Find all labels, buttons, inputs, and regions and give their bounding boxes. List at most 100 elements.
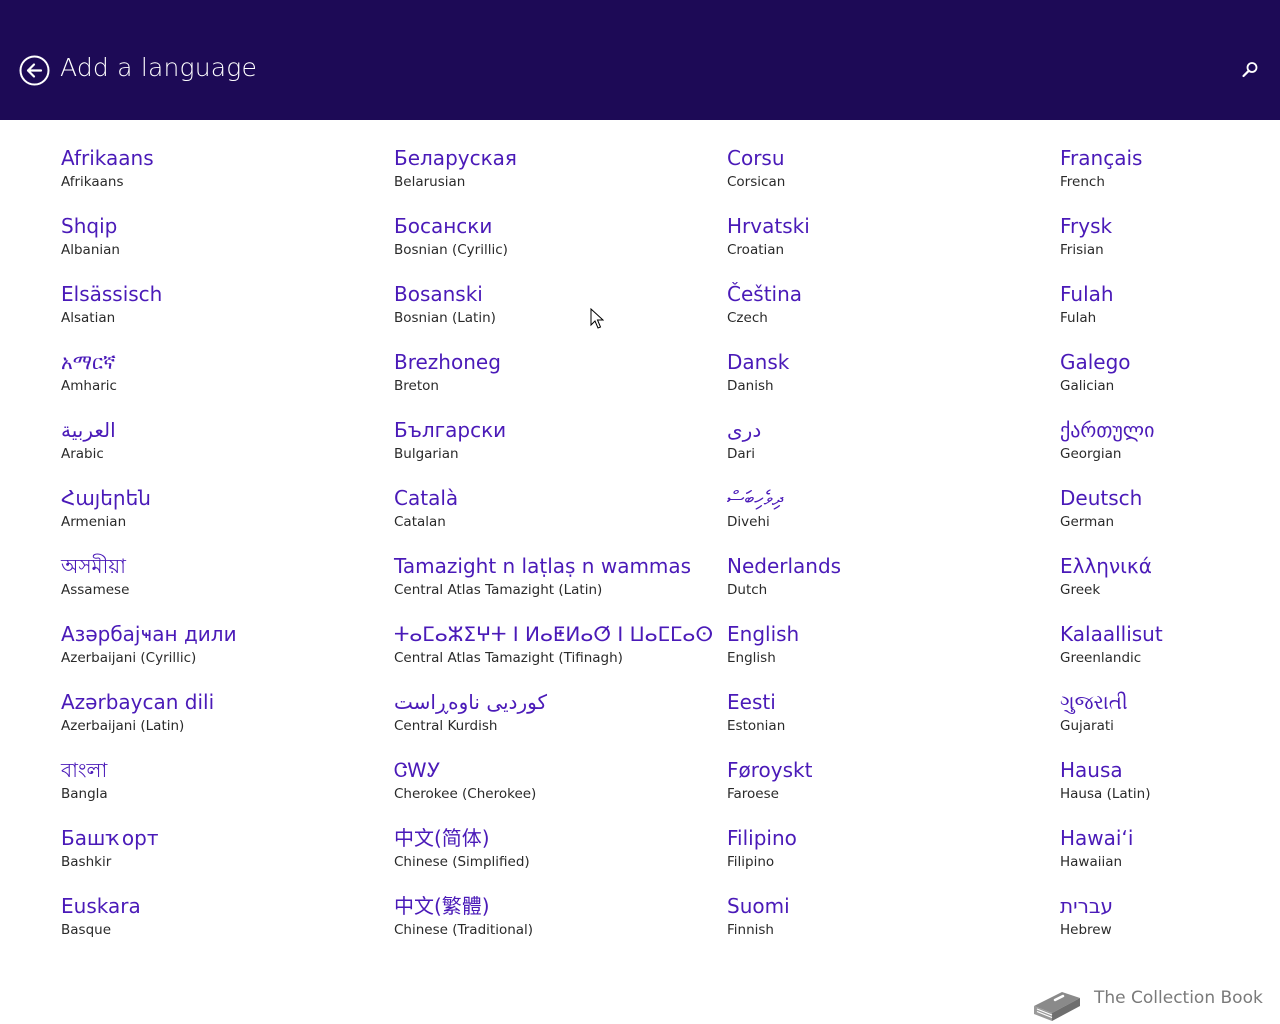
language-item[interactable]: አማርኛ Amharic — [61, 350, 361, 412]
language-english-name: Basque — [61, 922, 111, 938]
language-item[interactable]: Brezhoneg Breton — [394, 350, 694, 412]
language-item[interactable]: Босански Bosnian (Cyrillic) — [394, 214, 694, 276]
language-item[interactable]: Eesti Estonian — [727, 690, 1027, 752]
language-item[interactable]: 中文(简体) Chinese (Simplified) — [394, 826, 694, 888]
language-english-name: Bosnian (Cyrillic) — [394, 242, 508, 258]
language-native-name: کوردیی ناوەڕاست — [394, 690, 547, 714]
language-native-name: Азәрбајҹан дили — [61, 622, 237, 646]
language-native-name: العربية — [61, 418, 116, 442]
language-item[interactable]: Azərbaycan dili Azerbaijani (Latin) — [61, 690, 361, 752]
language-item[interactable]: Shqip Albanian — [61, 214, 361, 276]
language-english-name: Bashkir — [61, 854, 112, 870]
language-english-name: Alsatian — [61, 310, 116, 326]
language-english-name: Albanian — [61, 242, 120, 258]
language-native-name: Euskara — [61, 894, 141, 918]
language-english-name: Afrikaans — [61, 174, 124, 190]
language-english-name: Divehi — [727, 514, 770, 530]
language-english-name: Assamese — [61, 582, 130, 598]
language-native-name: ᏣᎳᎩ — [394, 758, 441, 782]
language-item[interactable]: Corsu Corsican — [727, 146, 1027, 208]
language-native-name: עברית — [1060, 894, 1113, 918]
language-english-name: Central Atlas Tamazight (Latin) — [394, 582, 603, 598]
language-native-name: Hrvatski — [727, 214, 810, 238]
language-english-name: Georgian — [1060, 446, 1122, 462]
language-item[interactable]: Kalaallisut Greenlandic — [1060, 622, 1280, 684]
language-item[interactable]: ગુજરાતી Gujarati — [1060, 690, 1280, 752]
language-item[interactable]: Filipino Filipino — [727, 826, 1027, 888]
language-item[interactable]: Français French — [1060, 146, 1280, 208]
language-native-name: Ελληνικά — [1060, 554, 1152, 578]
language-english-name: Azerbaijani (Cyrillic) — [61, 650, 197, 666]
language-native-name: Български — [394, 418, 507, 442]
language-item[interactable]: Башҡорт Bashkir — [61, 826, 361, 888]
language-item[interactable]: Bosanski Bosnian (Latin) — [394, 282, 694, 344]
language-native-name: Føroyskt — [727, 758, 813, 782]
language-native-name: অসমীয়া — [61, 554, 126, 578]
language-item[interactable]: Fulah Fulah — [1060, 282, 1280, 344]
language-native-name: Eesti — [727, 690, 776, 714]
language-item[interactable]: Hawaiʻi Hawaiian — [1060, 826, 1280, 888]
language-item[interactable]: עברית Hebrew — [1060, 894, 1280, 956]
language-item[interactable]: Tamazight n laṭlaṣ n wammas Central Atlas… — [394, 554, 694, 616]
language-item[interactable]: Հայերեն Armenian — [61, 486, 361, 548]
language-item[interactable]: Elsässisch Alsatian — [61, 282, 361, 344]
language-item[interactable]: Føroyskt Faroese — [727, 758, 1027, 820]
language-item[interactable]: Frysk Frisian — [1060, 214, 1280, 276]
app-header: Add a language — [0, 0, 1280, 120]
language-native-name: Azərbaycan dili — [61, 690, 215, 714]
book-icon — [1034, 992, 1080, 1021]
language-item[interactable]: العربية Arabic — [61, 418, 361, 480]
language-item[interactable]: Galego Galician — [1060, 350, 1280, 412]
language-english-name: Czech — [727, 310, 768, 326]
language-item[interactable]: ⵜⴰⵎⴰⵣⵉⵖⵜ ⵏ ⵍⴰⵟⵍⴰⵚ ⵏ ⵡⴰⵎⵎⴰⵙ Central Atlas … — [394, 622, 713, 684]
language-native-name: Corsu — [727, 146, 785, 170]
back-button[interactable] — [19, 55, 50, 86]
language-native-name: বাংলা — [61, 758, 108, 782]
language-item[interactable]: Азәрбајҹан дили Azerbaijani (Cyrillic) — [61, 622, 361, 684]
language-item[interactable]: کوردیی ناوەڕاست Central Kurdish — [394, 690, 694, 752]
language-item[interactable]: অসমীয়া Assamese — [61, 554, 361, 616]
language-item[interactable]: ᏣᎳᎩ Cherokee (Cherokee) — [394, 758, 694, 820]
language-item[interactable]: বাংলা Bangla — [61, 758, 361, 820]
language-native-name: Suomi — [727, 894, 790, 918]
language-item[interactable]: Ελληνικά Greek — [1060, 554, 1280, 616]
language-native-name: Français — [1060, 146, 1143, 170]
search-icon — [1242, 62, 1258, 78]
language-english-name: Filipino — [727, 854, 775, 870]
language-item[interactable]: Беларуская Belarusian — [394, 146, 694, 208]
mouse-cursor-icon — [590, 307, 605, 330]
language-english-name: Chinese (Traditional) — [394, 922, 534, 938]
language-item[interactable]: English English — [727, 622, 1027, 684]
language-english-name: Bosnian (Latin) — [394, 310, 496, 326]
language-item[interactable]: Euskara Basque — [61, 894, 361, 956]
search-button[interactable] — [1240, 60, 1260, 80]
language-item[interactable]: ދިވެހިބަސް Divehi — [727, 486, 1027, 548]
language-english-name: Corsican — [727, 174, 786, 190]
language-english-name: Faroese — [727, 786, 779, 802]
language-item[interactable]: Hausa Hausa (Latin) — [1060, 758, 1280, 820]
language-english-name: Belarusian — [394, 174, 466, 190]
language-english-name: Dari — [727, 446, 755, 462]
language-english-name: French — [1060, 174, 1105, 190]
language-item[interactable]: Dansk Danish — [727, 350, 1027, 412]
language-item[interactable]: Български Bulgarian — [394, 418, 694, 480]
language-english-name: Hawaiian — [1060, 854, 1123, 870]
back-arrow-icon — [19, 55, 50, 86]
language-item[interactable]: ქართული Georgian — [1060, 418, 1280, 480]
language-english-name: Chinese (Simplified) — [394, 854, 530, 870]
language-native-name: Brezhoneg — [394, 350, 501, 374]
language-native-name: درى — [727, 418, 762, 442]
language-item[interactable]: Deutsch German — [1060, 486, 1280, 548]
language-item[interactable]: Hrvatski Croatian — [727, 214, 1027, 276]
language-item[interactable]: Afrikaans Afrikaans — [61, 146, 361, 208]
language-item[interactable]: Català Catalan — [394, 486, 694, 548]
language-item[interactable]: Suomi Finnish — [727, 894, 1027, 956]
language-native-name: Հայերեն — [61, 486, 151, 510]
language-native-name: Català — [394, 486, 459, 510]
language-item[interactable]: Nederlands Dutch — [727, 554, 1027, 616]
language-item[interactable]: Čeština Czech — [727, 282, 1027, 344]
language-item[interactable]: 中文(繁體) Chinese (Traditional) — [394, 894, 694, 956]
language-item[interactable]: درى Dari — [727, 418, 1027, 480]
language-english-name: Armenian — [61, 514, 127, 530]
language-native-name: 中文(简体) — [394, 826, 490, 850]
